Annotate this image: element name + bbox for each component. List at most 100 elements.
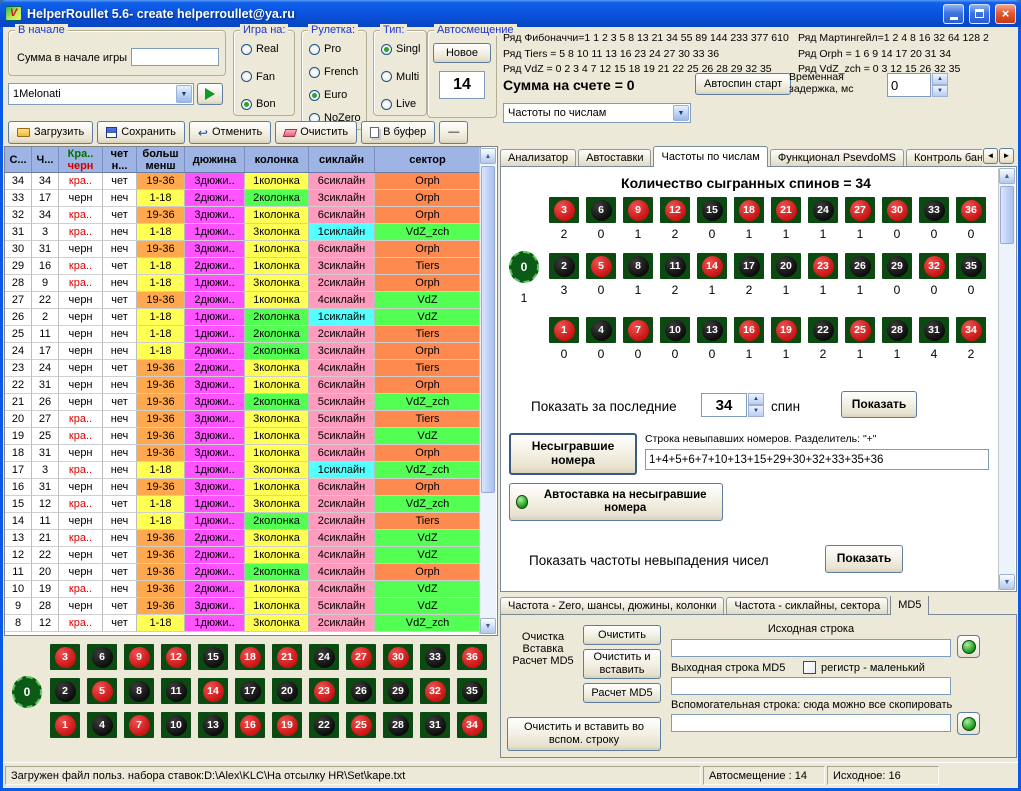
column-header[interactable]: Кра..черн (59, 147, 103, 172)
scroll-down-icon[interactable]: ▼ (480, 618, 496, 634)
table-row[interactable]: 2417черннеч1-182дюжи..2колонка3сиклайнOr… (5, 343, 481, 360)
start-sum-input[interactable] (131, 48, 219, 66)
board-cell-35[interactable]: 35 (457, 678, 487, 704)
board-cell-27[interactable]: 27 (346, 644, 376, 670)
mode-combobox[interactable]: Частоты по числам ▼ (503, 103, 691, 123)
column-header[interactable]: большменш (137, 147, 185, 172)
board-cell-26[interactable]: 26 (346, 678, 376, 704)
tab-item[interactable]: MD5 (890, 596, 929, 615)
board-cell-25[interactable]: 25 (346, 712, 376, 738)
radio-pro[interactable]: Pro (309, 43, 364, 55)
panel-scrollbar[interactable]: ▲ ▼ (998, 168, 1015, 590)
column-header[interactable]: Ч... (32, 147, 59, 172)
delay-spinner[interactable]: ▲ ▼ (932, 73, 948, 97)
scroll-thumb[interactable] (481, 166, 495, 493)
table-row[interactable]: 3434кра..чет19-363дюжи..1колонка6сиклайн… (5, 173, 481, 190)
table-row[interactable]: 1222чернчет19-362дюжи..1колонка4сиклайнV… (5, 547, 481, 564)
titlebar[interactable]: V HelperRoullet 5.6- create helperroulle… (0, 0, 1021, 27)
output-string-input[interactable] (671, 677, 951, 695)
table-row[interactable]: 1411черннеч1-181дюжи..2колонка2сиклайнTi… (5, 513, 481, 530)
column-header[interactable]: четн... (103, 147, 137, 172)
table-row[interactable]: 2916кра..чет1-182дюжи..1колонка3сиклайнT… (5, 258, 481, 275)
table-row[interactable]: 1321кра..неч19-362дюжи..3колонка4сиклайн… (5, 530, 481, 547)
board-cell-32[interactable]: 32 (420, 678, 450, 704)
board-cell-13[interactable]: 13 (198, 712, 228, 738)
board-cell-18[interactable]: 18 (235, 644, 265, 670)
radio-french[interactable]: French (309, 66, 364, 78)
table-row[interactable]: 928чернчет19-363дюжи..1колонка5сиклайнVd… (5, 598, 481, 615)
tab-scroll-left-icon[interactable]: ◄ (983, 148, 998, 164)
play-button[interactable] (197, 83, 223, 105)
radio-live[interactable]: Live (381, 98, 424, 110)
column-header[interactable]: колонка (245, 147, 309, 172)
board-cell-3[interactable]: 3 (50, 644, 80, 670)
spin-up-icon[interactable]: ▲ (748, 393, 764, 405)
board-cell-24[interactable]: 24 (309, 644, 339, 670)
source-string-input[interactable] (671, 639, 951, 657)
tab-item[interactable]: Анализатор (500, 149, 576, 167)
table-row[interactable]: 173кра..неч1-181дюжи..3колонка1сиклайнVd… (5, 462, 481, 479)
tab-item[interactable]: Частоты по числам (653, 146, 767, 167)
chevron-down-icon[interactable]: ▼ (176, 85, 192, 103)
table-row[interactable]: 2231черннеч19-363дюжи..1колонка6сиклайнO… (5, 377, 481, 394)
spin-up-icon[interactable]: ▲ (932, 73, 948, 85)
table-row[interactable]: 262чернчет1-181дюжи..2колонка1сиклайнVdZ (5, 309, 481, 326)
spins-input[interactable] (701, 393, 747, 417)
table-row[interactable]: 1019кра..неч19-362дюжи..1колонка4сиклайн… (5, 581, 481, 598)
table-row[interactable]: 3317черннеч1-182дюжи..2колонка3сиклайнOr… (5, 190, 481, 207)
board-cell-6[interactable]: 6 (87, 644, 117, 670)
preset-combobox[interactable]: 1Melonati ▼ (8, 83, 194, 105)
spin-down-icon[interactable]: ▼ (932, 85, 948, 97)
board-cell-34[interactable]: 34 (457, 712, 487, 738)
radio-euro[interactable]: Euro (309, 89, 364, 101)
board-cell-36[interactable]: 36 (457, 644, 487, 670)
board-cell-10[interactable]: 10 (161, 712, 191, 738)
table-row[interactable]: 1512кра..чет1-181дюжи..3колонка2сиклайнV… (5, 496, 481, 513)
table-row[interactable]: 3234кра..чет19-363дюжи..1колонка6сиклайн… (5, 207, 481, 224)
board-cell-5[interactable]: 5 (87, 678, 117, 704)
board-cell-20[interactable]: 20 (272, 678, 302, 704)
board-cell-8[interactable]: 8 (124, 678, 154, 704)
show-button[interactable]: Показать (841, 391, 917, 418)
scroll-track[interactable] (480, 164, 496, 618)
table-row[interactable]: 3031черннеч19-363дюжи..1колонка6сиклайнO… (5, 241, 481, 258)
scroll-track[interactable] (999, 184, 1015, 574)
maximize-button[interactable] (969, 4, 990, 24)
spin-down-icon[interactable]: ▼ (748, 405, 764, 417)
table-row[interactable]: 2511черннеч1-181дюжи..2колонка2сиклайнTi… (5, 326, 481, 343)
delay-input[interactable] (887, 73, 931, 97)
collapse-button[interactable]: — (439, 121, 468, 144)
close-button[interactable]: × (995, 4, 1016, 24)
radio-fan[interactable]: Fan (241, 71, 292, 83)
table-row[interactable]: 2126чернчет19-363дюжи..2колонка5сиклайнV… (5, 394, 481, 411)
scroll-up-icon[interactable]: ▲ (999, 168, 1015, 184)
load-button[interactable]: Загрузить (8, 121, 93, 144)
table-row[interactable]: 2324чернчет19-362дюжи..3колонка4сиклайнT… (5, 360, 481, 377)
save-button[interactable]: Сохранить (97, 121, 185, 144)
table-scrollbar[interactable]: ▲ ▼ (479, 148, 496, 634)
tab-scroll-right-icon[interactable]: ► (999, 148, 1014, 164)
scroll-down-icon[interactable]: ▼ (999, 574, 1015, 590)
tab-item[interactable]: Частота - сиклайны, сектора (726, 597, 888, 615)
table-row[interactable]: 812кра..чет1-181дюжи..3колонка2сиклайнVd… (5, 615, 481, 632)
scroll-thumb[interactable] (1000, 186, 1014, 244)
tab-item[interactable]: Функционал PsevdoMS (770, 149, 904, 167)
copy-buffer-button[interactable]: В буфер (361, 121, 435, 144)
board-cell-0[interactable]: 0 (12, 676, 42, 708)
clear-button[interactable]: Очистить (275, 121, 357, 144)
table-row[interactable]: 2027кра..неч19-363дюжи..3колонка5сиклайн… (5, 411, 481, 428)
table-row[interactable]: 1831черннеч19-363дюжи..1колонка6сиклайнO… (5, 445, 481, 462)
unplayed-numbers-button[interactable]: Несыгравшие номера (509, 433, 637, 475)
board-cell-11[interactable]: 11 (161, 678, 191, 704)
table-row[interactable]: 289кра..неч1-181дюжи..3колонка2сиклайнOr… (5, 275, 481, 292)
board-cell-31[interactable]: 31 (420, 712, 450, 738)
board-cell-30[interactable]: 30 (383, 644, 413, 670)
table-row[interactable]: 1925кра..неч19-363дюжи..1колонка5сиклайн… (5, 428, 481, 445)
board-cell-2[interactable]: 2 (50, 678, 80, 704)
column-header[interactable]: сектор (375, 147, 481, 172)
lowercase-checkbox[interactable] (803, 661, 816, 674)
radio-singl[interactable]: Singl (381, 43, 424, 55)
tab-item[interactable]: Автоставки (578, 149, 651, 167)
chevron-down-icon[interactable]: ▼ (673, 105, 689, 121)
scroll-up-icon[interactable]: ▲ (480, 148, 496, 164)
